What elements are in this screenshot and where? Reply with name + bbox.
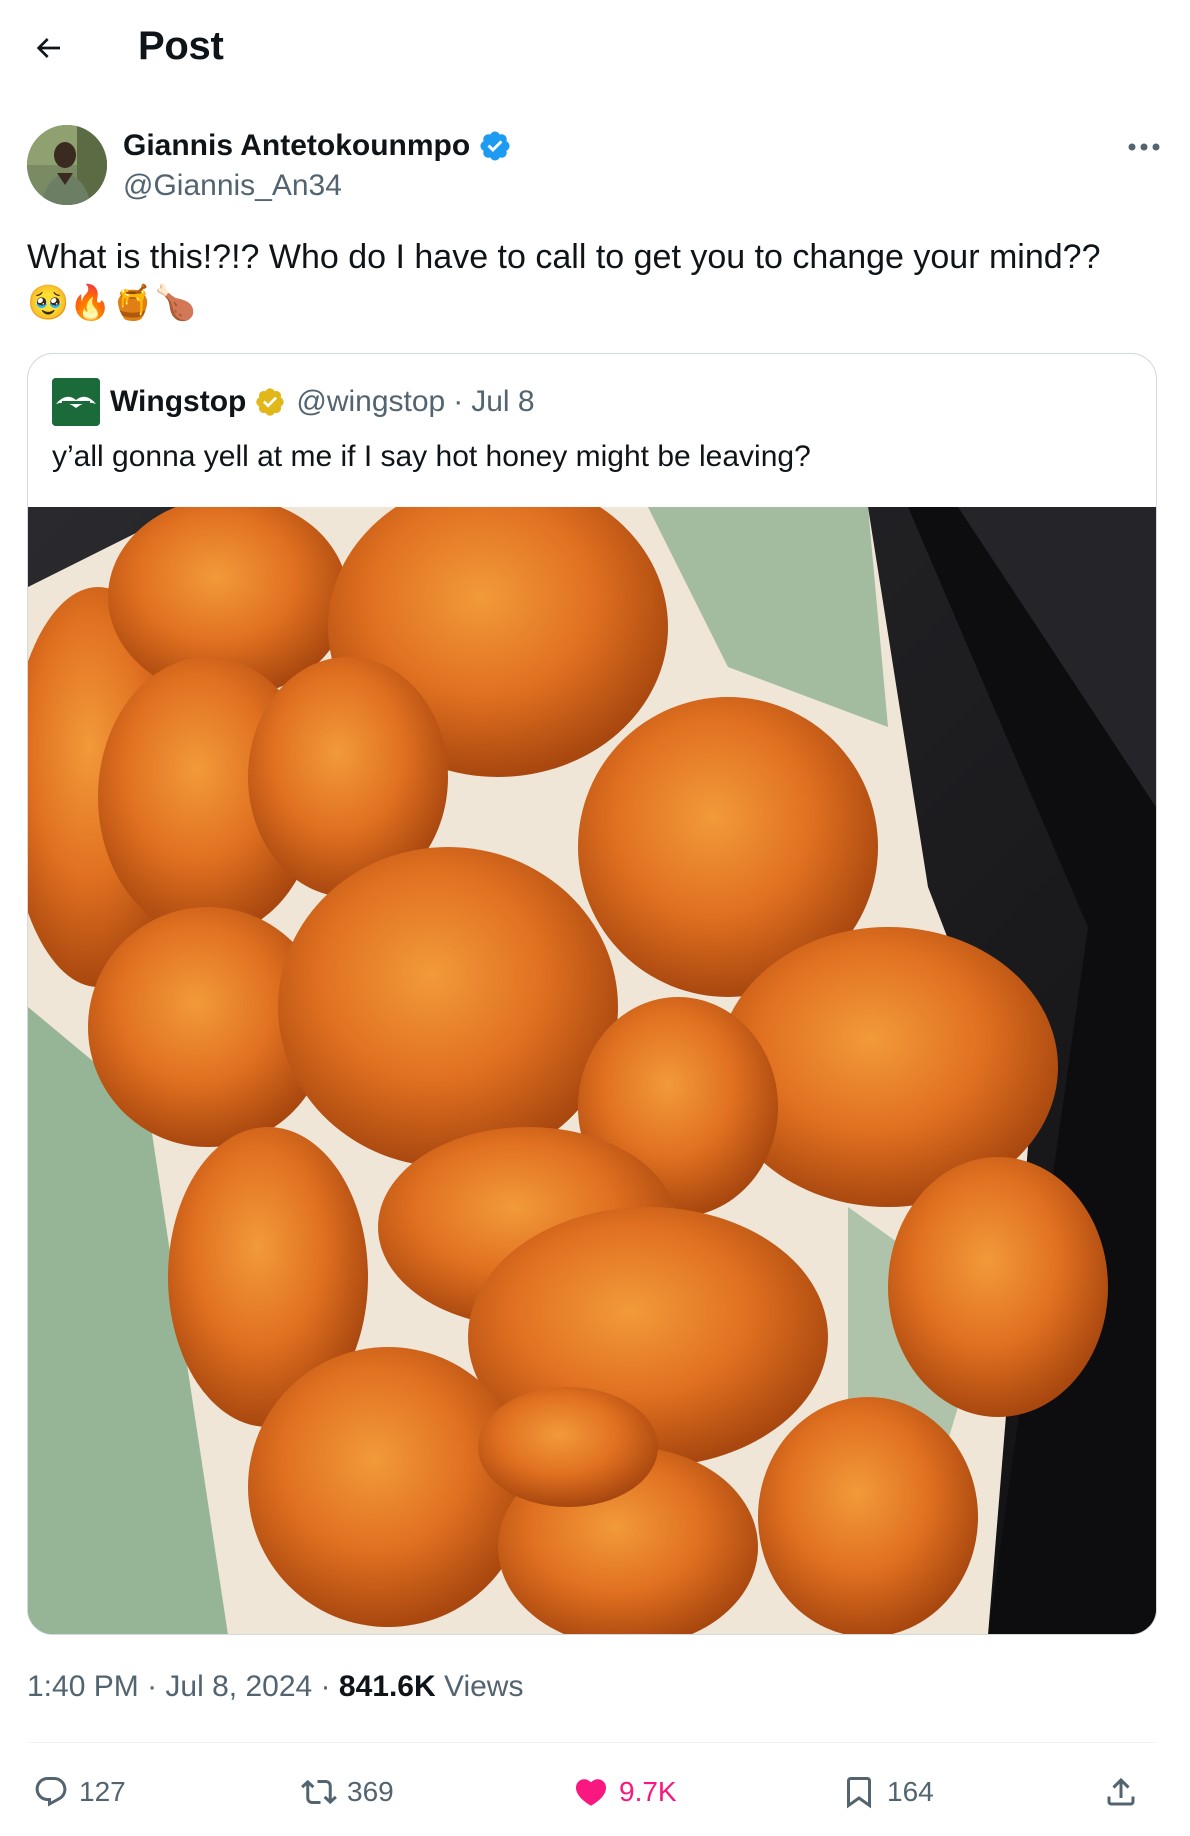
meta-separator: · [453, 385, 464, 418]
fried-chicken-photo [28, 507, 1156, 1634]
tweet-emojis: 🥹🔥🍯🍗 [27, 284, 197, 322]
post-date[interactable]: Jul 8, 2024 [165, 1670, 312, 1703]
quoted-media-photo[interactable] [28, 507, 1156, 1634]
action-bar: 127 369 9.7K 164 [27, 1762, 1157, 1822]
reply-count: 127 [79, 1776, 126, 1807]
post-meta: 1:40 PM · Jul 8, 2024 · 841.6K Views [27, 1670, 523, 1704]
repost-icon [301, 1779, 337, 1805]
share-button[interactable] [1103, 1762, 1149, 1822]
divider [27, 1742, 1157, 1743]
more-button[interactable] [1121, 129, 1167, 165]
post-time[interactable]: 1:40 PM [27, 1670, 139, 1703]
tweet-body: What is this!?!? Who do I have to call t… [27, 238, 1101, 276]
meta-separator: · [147, 1670, 158, 1703]
avatar[interactable] [27, 125, 107, 205]
reply-button[interactable]: 127 [33, 1762, 126, 1822]
quoted-handle: @wingstop [296, 385, 446, 418]
verified-badge-icon [480, 131, 510, 161]
back-button[interactable] [22, 22, 74, 74]
repost-count: 369 [347, 1776, 394, 1807]
repost-button[interactable]: 369 [301, 1762, 394, 1822]
more-icon [1128, 143, 1160, 151]
verified-badge-icon [256, 388, 285, 416]
quoted-author-name: Wingstop [110, 385, 247, 418]
quoted-tweet[interactable]: Wingstop @wingstop · Jul 8 y’all gonna y… [27, 353, 1157, 1635]
author-handle[interactable]: @Giannis_An34 [123, 169, 342, 203]
wingstop-logo [52, 378, 100, 426]
bookmark-icon [847, 1777, 871, 1809]
quoted-date: Jul 8 [471, 385, 535, 418]
like-count: 9.7K [619, 1776, 677, 1807]
quoted-tweet-header: Wingstop @wingstop · Jul 8 [52, 378, 535, 426]
meta-separator: · [320, 1670, 331, 1703]
bookmark-button[interactable]: 164 [841, 1762, 934, 1822]
quoted-text: y’all gonna yell at me if I say hot hone… [52, 440, 811, 473]
page-title: Post [138, 24, 224, 68]
back-arrow-icon [36, 38, 60, 58]
author-row: Giannis Antetokounmpo @Giannis_An34 [27, 125, 1167, 205]
like-icon [575, 1779, 607, 1806]
tweet-text: What is this!?!? Who do I have to call t… [27, 234, 1157, 326]
author-name-row[interactable]: Giannis Antetokounmpo [123, 129, 512, 163]
like-button[interactable]: 9.7K [573, 1762, 677, 1822]
author-name[interactable]: Giannis Antetokounmpo [123, 129, 470, 163]
views-label: Views [443, 1670, 524, 1703]
top-bar: Post [0, 0, 1190, 100]
share-icon [1107, 1777, 1135, 1806]
reply-icon [35, 1777, 67, 1807]
bookmark-count: 164 [887, 1776, 934, 1807]
avatar-photo [27, 125, 107, 205]
views-count: 841.6K [338, 1670, 436, 1703]
